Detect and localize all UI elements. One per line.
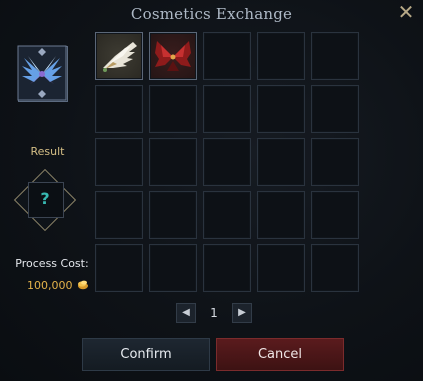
grid-slot-empty[interactable] [203, 32, 251, 80]
grid-slot-empty[interactable] [203, 138, 251, 186]
red-demon-wings-icon [155, 41, 191, 71]
grid-slot-empty[interactable] [311, 85, 359, 133]
process-cost-value-row: 100,000 [27, 278, 89, 292]
grid-slot-empty[interactable] [95, 85, 143, 133]
confirm-button[interactable]: Confirm [82, 338, 210, 371]
result-slot: ? [13, 168, 77, 232]
material-grid [95, 32, 359, 292]
cancel-button[interactable]: Cancel [216, 338, 344, 371]
grid-slot-white-wings[interactable] [95, 32, 143, 80]
grid-slot-empty[interactable] [149, 85, 197, 133]
grid-slot-empty[interactable] [311, 191, 359, 239]
blue-feather-wings-icon [17, 45, 67, 101]
grid-slot-empty[interactable] [149, 138, 197, 186]
chevron-left-icon[interactable]: ◀ [176, 303, 196, 323]
page-number: 1 [210, 306, 218, 320]
result-label: Result [30, 145, 65, 158]
cosmetics-exchange-window: Cosmetics Exchange ✕ Result ? Process Co… [0, 0, 423, 381]
process-cost-label: Process Cost: [15, 257, 89, 270]
process-cost-value: 100,000 [27, 278, 73, 292]
grid-slot-empty[interactable] [95, 244, 143, 292]
window-title: Cosmetics Exchange [130, 5, 293, 23]
close-icon[interactable]: ✕ [397, 2, 415, 22]
preview-slot [16, 44, 68, 102]
grid-slot-empty[interactable] [311, 244, 359, 292]
grid-slot-empty[interactable] [257, 138, 305, 186]
grid-slot-empty[interactable] [149, 244, 197, 292]
grid-slot-empty[interactable] [257, 85, 305, 133]
grid-slot-empty[interactable] [311, 32, 359, 80]
grid-slot-empty[interactable] [203, 191, 251, 239]
grid-slot-empty[interactable] [95, 138, 143, 186]
question-mark-icon: ? [40, 189, 50, 208]
grid-slot-empty[interactable] [149, 191, 197, 239]
grid-slot-empty[interactable] [257, 244, 305, 292]
grid-slot-red-wings[interactable] [149, 32, 197, 80]
pager: ◀ 1 ▶ [176, 303, 252, 323]
gold-coin-icon [77, 280, 89, 290]
grid-slot-empty[interactable] [257, 191, 305, 239]
grid-slot-empty[interactable] [95, 191, 143, 239]
grid-slot-empty[interactable] [203, 85, 251, 133]
grid-slot-empty[interactable] [257, 32, 305, 80]
grid-slot-empty[interactable] [203, 244, 251, 292]
grid-slot-empty[interactable] [311, 138, 359, 186]
chevron-right-icon[interactable]: ▶ [231, 303, 252, 323]
white-wings-icon [103, 42, 137, 72]
